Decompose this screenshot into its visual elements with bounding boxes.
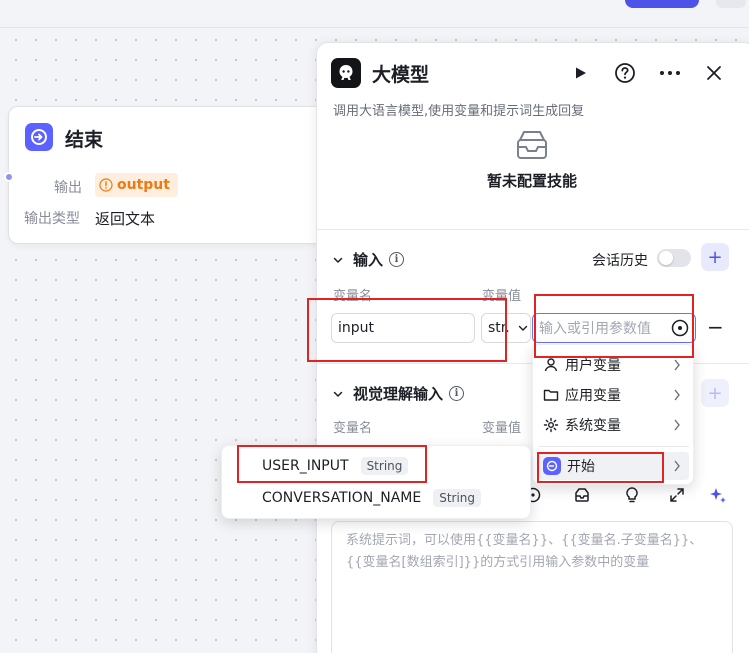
vision-section-header[interactable]: 视觉理解输入 i <box>333 383 465 404</box>
chevron-right-icon <box>674 419 680 431</box>
prompt-library-icon[interactable] <box>573 486 591 504</box>
info-icon[interactable]: i <box>449 386 465 401</box>
lightbulb-icon[interactable] <box>623 486 641 504</box>
close-icon <box>707 66 721 80</box>
start-node-icon <box>543 457 561 475</box>
col-variable-name: 变量名 <box>333 289 373 304</box>
col-variable-value: 变量值 <box>482 289 522 304</box>
input-section-header[interactable]: 输入 i <box>333 249 405 270</box>
ai-sparkle-icon[interactable] <box>708 486 728 506</box>
end-node-icon <box>25 123 53 151</box>
panel-title: 大模型 <box>372 64 430 86</box>
output-variable-tag: output <box>95 173 178 197</box>
user-icon <box>544 358 558 372</box>
menu-item-label: 用户变量 <box>565 358 621 374</box>
system-prompt-input[interactable]: 系统提示词，可以使用{{变量名}}、{{变量名.子变量名}}、{{变量名[数组索… <box>331 521 733 653</box>
warning-icon <box>99 178 113 192</box>
end-node-card[interactable]: 结束 输出 output 输出类型 返回文本 <box>4 106 330 244</box>
help-icon <box>615 63 635 83</box>
llm-node-icon <box>331 58 361 88</box>
col-variable-name: 变量名 <box>333 421 373 436</box>
end-node-title: 结束 <box>65 129 104 151</box>
gear-icon <box>543 417 559 433</box>
submenu-item-user-input[interactable]: USER_INPUT String <box>262 457 409 475</box>
skill-empty-text: 暂未配置技能 <box>486 172 577 190</box>
col-variable-value: 变量值 <box>482 421 522 436</box>
output-label: 输出 <box>54 180 82 196</box>
toolbar-chip[interactable] <box>716 0 746 8</box>
remove-input-button[interactable]: − <box>707 315 724 339</box>
input-type-value: str. <box>488 320 510 336</box>
menu-item-label: 开始 <box>567 459 595 475</box>
submenu-item-conversation-name[interactable]: CONVERSATION_NAME String <box>262 489 482 507</box>
skill-empty-state: 暂未配置技能 <box>467 128 597 191</box>
vision-section-title: 视觉理解输入 <box>353 385 444 403</box>
input-name-field[interactable]: input <box>331 313 475 343</box>
chevron-right-icon <box>674 460 680 472</box>
output-variable-name: output <box>117 177 170 193</box>
section-divider <box>317 229 749 230</box>
start-variables-submenu: USER_INPUT String CONVERSATION_NAME Stri… <box>221 445 531 519</box>
input-value-field[interactable]: 输入或引用参数值 <box>532 313 696 343</box>
input-name-value: input <box>338 320 375 336</box>
variable-name: CONVERSATION_NAME <box>262 490 422 506</box>
menu-item-start-node[interactable]: 开始 <box>539 452 689 480</box>
play-icon <box>576 67 586 79</box>
input-section-title: 输入 <box>353 251 384 269</box>
expand-icon[interactable] <box>668 486 686 504</box>
chevron-right-icon <box>674 389 680 401</box>
history-label: 会话历史 <box>592 253 648 269</box>
menu-item-app-variables[interactable]: 应用变量 <box>539 381 689 409</box>
more-icon <box>660 71 680 75</box>
run-button[interactable] <box>567 60 593 86</box>
output-type-value: 返回文本 <box>95 210 156 228</box>
empty-box-icon <box>517 131 547 159</box>
input-value-placeholder: 输入或引用参数值 <box>539 321 651 337</box>
menu-item-label: 应用变量 <box>565 388 621 404</box>
info-icon[interactable]: i <box>389 252 405 267</box>
input-type-select[interactable]: str. <box>481 313 531 343</box>
chevron-right-icon <box>674 359 680 371</box>
menu-item-user-variables[interactable]: 用户变量 <box>539 351 689 379</box>
publish-button[interactable] <box>625 0 699 8</box>
input-port[interactable] <box>4 172 14 182</box>
menu-divider <box>539 446 689 447</box>
output-type-label: 输出类型 <box>24 211 80 227</box>
variable-reference-menu: 用户变量 应用变量 系统变量 开始 <box>532 344 694 485</box>
history-toggle[interactable] <box>657 249 691 267</box>
chevron-down-icon <box>518 325 528 331</box>
add-input-button[interactable]: + <box>701 243 729 271</box>
reference-icon[interactable] <box>671 319 689 337</box>
chevron-down-icon[interactable] <box>333 389 343 399</box>
chevron-down-icon[interactable] <box>333 255 343 265</box>
variable-type-tag: String <box>433 489 482 507</box>
menu-item-system-variables[interactable]: 系统变量 <box>539 411 689 439</box>
variable-type-tag: String <box>360 457 409 475</box>
folder-icon <box>543 389 559 401</box>
variable-name: USER_INPUT <box>262 458 349 474</box>
add-vision-input-button[interactable]: + <box>701 379 729 407</box>
menu-item-label: 系统变量 <box>565 418 621 434</box>
close-button[interactable] <box>701 60 727 86</box>
help-button[interactable] <box>612 60 638 86</box>
panel-description: 调用大语言模型,使用变量和提示词生成回复 <box>333 104 585 119</box>
more-button[interactable] <box>657 60 683 86</box>
canvas-toolbar <box>0 0 749 28</box>
